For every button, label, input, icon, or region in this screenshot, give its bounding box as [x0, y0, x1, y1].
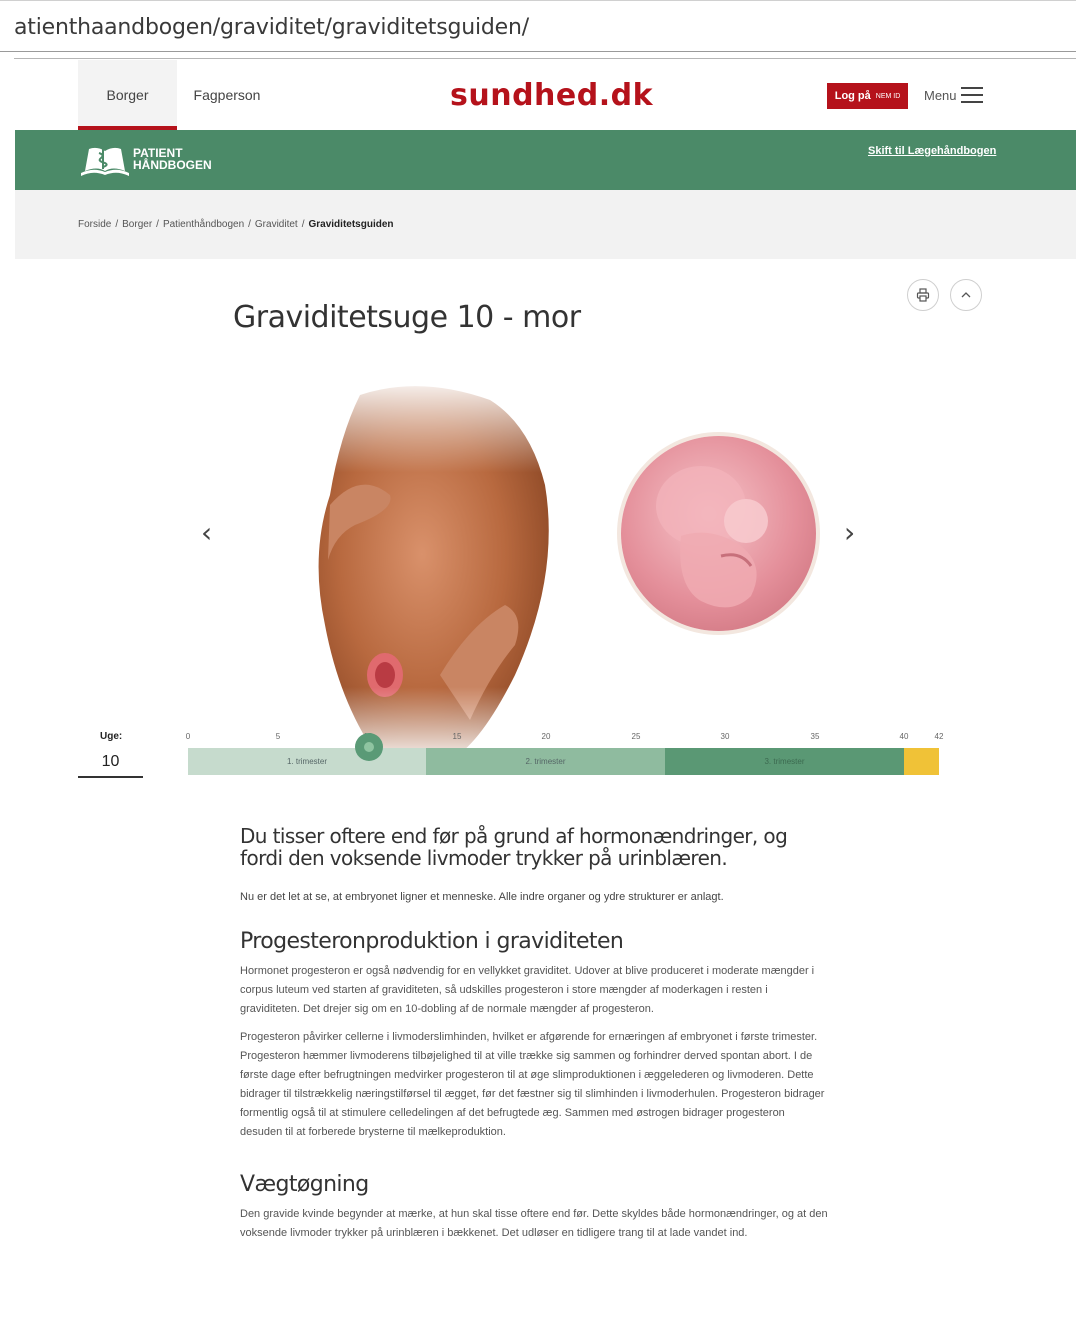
tick-label: 25 — [631, 732, 641, 741]
printer-icon — [916, 288, 930, 302]
tick-label: 40 — [899, 732, 909, 741]
breadcrumb-item-forside[interactable]: Forside — [78, 219, 111, 230]
breadcrumb-bar: Forside / Borger / Patienthåndbogen / Gravidit… — [15, 190, 1076, 259]
trimester-2-segment[interactable]: 2. trimester — [426, 748, 665, 775]
breadcrumb-item-borger[interactable]: Borger — [122, 219, 152, 230]
paragraph: Hormonet progesteron er også nødvendig f… — [240, 965, 815, 1015]
tick-label: 0 — [185, 732, 191, 741]
week-ticks: 0 5 10 15 20 25 30 35 40 42 — [185, 732, 948, 744]
print-button[interactable] — [907, 279, 939, 311]
breadcrumb-item-graviditet[interactable]: Graviditet — [255, 219, 298, 230]
week-slider-handle[interactable] — [355, 733, 383, 761]
tick-label: 15 — [452, 732, 462, 741]
paragraph: Progesteron påvirker cellerne i livmoder… — [240, 1031, 825, 1138]
article: Du tisser oftere end før på grund af hor… — [240, 825, 830, 1243]
book-caduceus-icon — [81, 147, 129, 176]
login-label: Log på — [834, 90, 871, 102]
chevron-left-icon[interactable]: ‹ — [201, 516, 212, 549]
site-logo[interactable]: sundhed.dk — [450, 78, 653, 113]
trimester-1-segment[interactable]: 1. trimester — [188, 748, 426, 775]
brand-line-2: HÅNDBOGEN — [133, 158, 212, 172]
tick-label: 5 — [275, 732, 281, 741]
nemid-badge: NEM ID — [875, 92, 901, 100]
page-title: Graviditetsuge 10 - mor — [233, 300, 581, 335]
menu-label[interactable]: Menu — [924, 88, 957, 103]
tab-borger[interactable]: Borger — [78, 60, 177, 130]
tab-fagperson[interactable]: Fagperson — [187, 60, 267, 130]
lead-paragraph: Du tisser oftere end før på grund af hor… — [240, 824, 788, 870]
chevron-right-icon[interactable]: › — [844, 516, 855, 549]
switch-to-laegehandbogen-link[interactable]: Skift til Lægehåndbogen — [868, 145, 996, 157]
tick-label: 42 — [934, 732, 944, 741]
chevron-up-icon — [961, 292, 971, 298]
url-text[interactable]: atienthaandbogen/graviditet/graviditetsg… — [14, 15, 529, 40]
scroll-top-button[interactable] — [950, 279, 982, 311]
breadcrumb: Forside / Borger / Patienthåndbogen / Gravidit… — [78, 219, 394, 230]
login-button[interactable]: Log på NEM ID — [827, 83, 908, 109]
section-heading: Progesteronproduktion i graviditeten — [240, 929, 624, 954]
breadcrumb-item-current: Graviditetsguiden — [308, 219, 394, 230]
trimester-3-segment[interactable]: 3. trimester — [665, 748, 904, 775]
browser-address-bar[interactable]: atienthaandbogen/graviditet/graviditetsg… — [0, 0, 1076, 52]
section-bar: PATIENT HÅNDBOGEN Skift til Lægehåndboge… — [15, 130, 1076, 190]
pregnancy-timeline[interactable]: 1. trimester 2. trimester 3. trimester — [188, 748, 939, 775]
intro-paragraph: Nu er det let at se, at embryonet ligner… — [240, 891, 724, 903]
fetus-illustration — [621, 436, 816, 631]
hamburger-menu-icon[interactable] — [961, 87, 983, 103]
divider — [14, 58, 1076, 59]
paragraph: Den gravide kvinde begynder at mærke, at… — [240, 1208, 828, 1239]
overdue-segment[interactable] — [904, 748, 939, 775]
tick-label: 30 — [720, 732, 730, 741]
week-label: Uge: — [100, 731, 123, 742]
breadcrumb-item-patienthandbogen[interactable]: Patienthåndbogen — [163, 219, 244, 230]
tick-label: 20 — [541, 732, 551, 741]
tick-label: 35 — [810, 732, 820, 741]
fetus-image — [656, 466, 768, 608]
week-input[interactable]: 10 — [78, 750, 143, 778]
top-navigation: Borger Fagperson sundhed.dk Log på NEM I… — [15, 60, 1076, 130]
patienthandbogen-logo[interactable]: PATIENT HÅNDBOGEN — [133, 147, 212, 171]
site: Borger Fagperson sundhed.dk Log på NEM I… — [15, 60, 1076, 1317]
pregnant-woman-illustration — [300, 375, 570, 765]
section-heading: Vægtøgning — [240, 1172, 369, 1197]
